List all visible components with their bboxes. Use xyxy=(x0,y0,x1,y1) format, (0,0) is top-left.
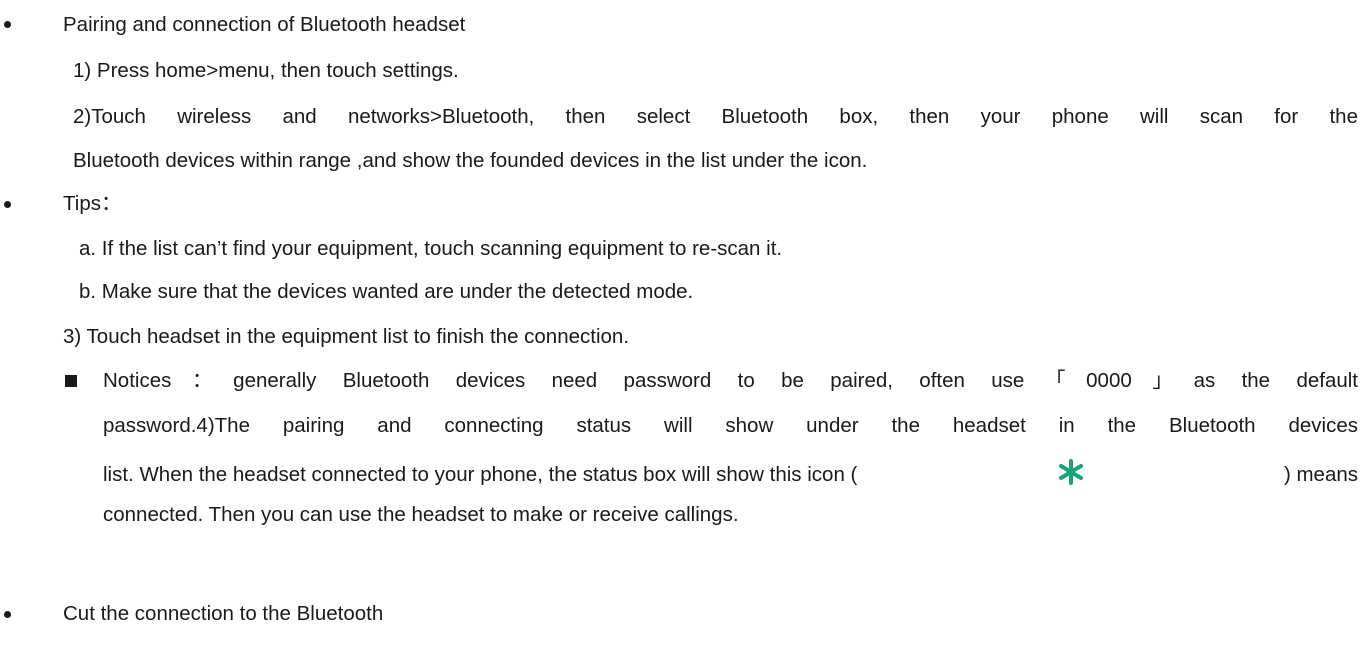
bluetooth-icon xyxy=(1057,459,1085,491)
notice-text-line3: list. When the headset connected to your… xyxy=(103,459,1358,491)
step-1-text: 1) Press home>menu, then touch settings. xyxy=(73,59,459,82)
bullet-dot-icon xyxy=(4,201,11,208)
step-3-text: 3) Touch headset in the equipment list t… xyxy=(63,325,630,348)
black-square-icon xyxy=(65,375,77,387)
notice-text-line3-after: ) means xyxy=(1283,463,1358,486)
notice-text-line2: password.4)The pairing and connecting st… xyxy=(103,414,1358,437)
tip-b-text: b. Make sure that the devices wanted are… xyxy=(79,280,694,303)
section-heading-pairing: Pairing and connection of Bluetooth head… xyxy=(63,13,466,36)
step-2-text-line2: Bluetooth devices within range ,and show… xyxy=(73,149,868,172)
tip-a-text: a. If the list can’t find your equipment… xyxy=(79,237,783,260)
bullet-dot-icon xyxy=(4,21,11,28)
bullet-dot-icon xyxy=(4,611,11,618)
step-2-text-line1: 2)Touch wireless and networks>Bluetooth,… xyxy=(73,105,1358,128)
tips-heading: Tips： xyxy=(63,192,122,215)
section-heading-cut-connection: Cut the connection to the Bluetooth xyxy=(63,602,384,625)
notice-text-line4: connected. Then you can use the headset … xyxy=(103,503,739,526)
notice-text-line1: Notices：generally Bluetooth devices need… xyxy=(103,369,1358,392)
notice-text-line3-before: list. When the headset connected to your… xyxy=(103,463,858,486)
